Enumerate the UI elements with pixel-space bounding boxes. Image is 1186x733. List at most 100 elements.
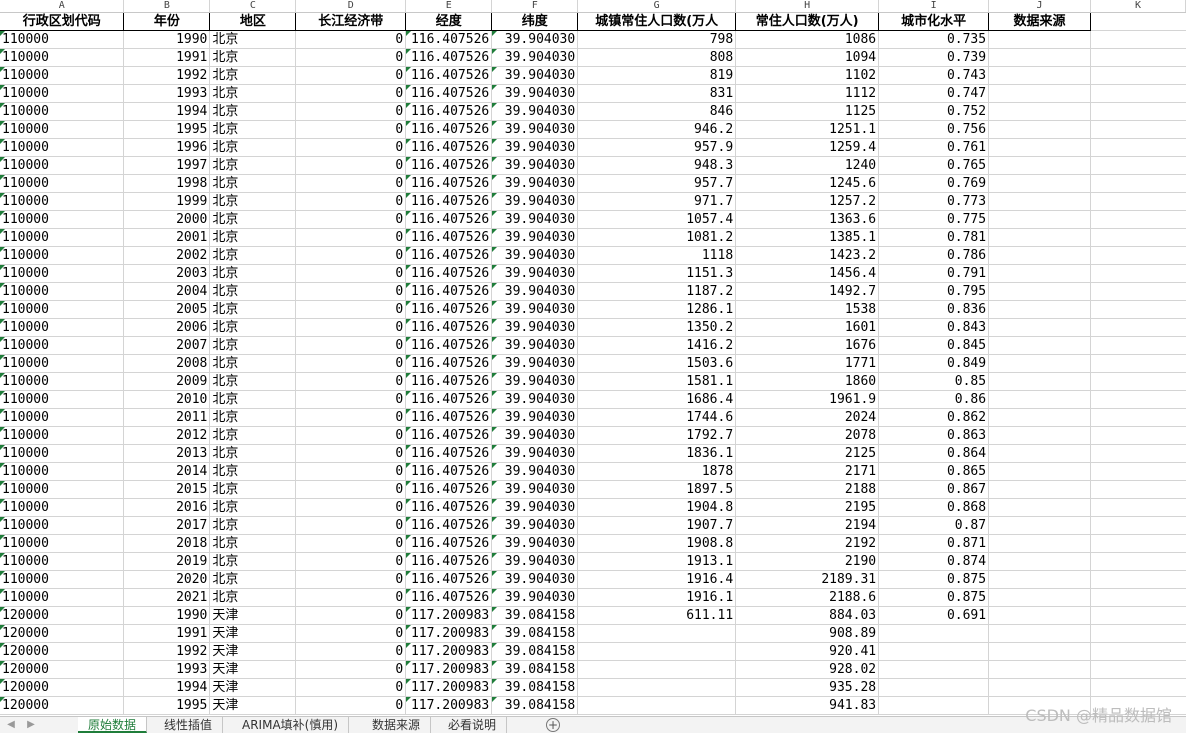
table-cell[interactable] [1090,480,1186,499]
table-cell[interactable] [988,390,1092,409]
table-cell[interactable] [1090,390,1186,409]
table-cell[interactable]: 0.845 [878,336,990,355]
table-cell[interactable]: 0 [295,246,407,265]
table-cell[interactable]: 1259.4 [735,138,880,157]
table-cell[interactable] [988,606,1092,625]
tab-must-read[interactable]: 必看说明 [438,717,508,733]
column-header[interactable]: G [577,0,737,13]
table-cell[interactable]: 1907.7 [577,516,737,535]
header-cell[interactable]: 经度 [405,12,493,31]
table-cell[interactable]: 110000 [0,336,125,355]
table-cell[interactable]: 0.843 [878,318,990,337]
table-cell[interactable]: 1991 [123,624,211,643]
table-cell[interactable]: 920.41 [735,642,880,661]
table-cell[interactable]: 1057.4 [577,210,737,229]
table-cell[interactable] [988,264,1092,283]
table-cell[interactable]: 0.786 [878,246,990,265]
table-cell[interactable] [1090,606,1186,625]
table-cell[interactable]: 北京 [209,246,297,265]
table-cell[interactable]: 39.904030 [491,156,579,175]
table-cell[interactable]: 116.407526 [405,84,493,103]
table-cell[interactable]: 0 [295,156,407,175]
table-cell[interactable] [1090,192,1186,211]
table-cell[interactable]: 2019 [123,552,211,571]
table-cell[interactable]: 39.904030 [491,282,579,301]
table-cell[interactable]: 110000 [0,120,125,139]
table-cell[interactable]: 0 [295,354,407,373]
table-cell[interactable]: 798 [577,30,737,49]
table-cell[interactable]: 天津 [209,678,297,697]
table-cell[interactable]: 39.904030 [491,246,579,265]
table-cell[interactable] [1090,156,1186,175]
table-cell[interactable]: 1860 [735,372,880,391]
table-cell[interactable] [1090,138,1186,157]
table-cell[interactable] [1090,102,1186,121]
table-cell[interactable]: 北京 [209,408,297,427]
table-cell[interactable]: 0.775 [878,210,990,229]
table-cell[interactable] [988,30,1092,49]
table-cell[interactable]: 110000 [0,318,125,337]
tab-linear-interpolation[interactable]: 线性插值 [154,717,224,733]
tab-arima-fill[interactable]: ARIMA填补(慎用) [232,717,350,733]
table-cell[interactable]: 39.904030 [491,444,579,463]
table-cell[interactable] [1090,210,1186,229]
table-cell[interactable] [988,462,1092,481]
table-cell[interactable]: 0 [295,624,407,643]
table-cell[interactable]: 1286.1 [577,300,737,319]
table-cell[interactable] [1090,264,1186,283]
table-cell[interactable]: 0 [295,282,407,301]
table-cell[interactable]: 110000 [0,264,125,283]
table-cell[interactable]: 116.407526 [405,354,493,373]
table-cell[interactable]: 110000 [0,138,125,157]
table-cell[interactable]: 0 [295,552,407,571]
table-cell[interactable]: 110000 [0,516,125,535]
table-cell[interactable]: 117.200983 [405,660,493,679]
table-cell[interactable]: 0 [295,678,407,697]
table-cell[interactable]: 2008 [123,354,211,373]
table-cell[interactable]: 39.904030 [491,210,579,229]
table-cell[interactable]: 110000 [0,84,125,103]
table-cell[interactable]: 116.407526 [405,246,493,265]
table-cell[interactable]: 935.28 [735,678,880,697]
table-cell[interactable]: 北京 [209,300,297,319]
table-cell[interactable]: 1363.6 [735,210,880,229]
table-cell[interactable]: 0 [295,498,407,517]
table-cell[interactable]: 北京 [209,552,297,571]
table-cell[interactable] [1090,66,1186,85]
table-cell[interactable] [878,624,990,643]
table-cell[interactable] [1090,642,1186,661]
table-cell[interactable]: 0 [295,462,407,481]
table-cell[interactable]: 2015 [123,480,211,499]
table-cell[interactable]: 0.85 [878,372,990,391]
table-cell[interactable]: 2017 [123,516,211,535]
table-cell[interactable]: 2010 [123,390,211,409]
table-cell[interactable]: 110000 [0,66,125,85]
table-cell[interactable]: 110000 [0,174,125,193]
table-cell[interactable] [1090,372,1186,391]
header-cell[interactable]: 纬度 [491,12,579,31]
table-cell[interactable]: 948.3 [577,156,737,175]
header-cell[interactable]: 城镇常住人口数(万人 [577,12,737,31]
header-cell[interactable] [1090,12,1186,31]
table-cell[interactable]: 北京 [209,264,297,283]
table-cell[interactable]: 2078 [735,426,880,445]
table-cell[interactable]: 2000 [123,210,211,229]
table-cell[interactable] [988,372,1092,391]
table-cell[interactable]: 116.407526 [405,588,493,607]
table-cell[interactable]: 0 [295,102,407,121]
table-cell[interactable]: 39.904030 [491,426,579,445]
table-cell[interactable]: 1993 [123,84,211,103]
table-cell[interactable] [988,336,1092,355]
table-cell[interactable]: 39.084158 [491,660,579,679]
table-cell[interactable]: 1897.5 [577,480,737,499]
table-cell[interactable]: 946.2 [577,120,737,139]
table-cell[interactable]: 北京 [209,372,297,391]
column-header[interactable]: A [0,0,125,13]
table-cell[interactable]: 2011 [123,408,211,427]
table-cell[interactable] [988,84,1092,103]
table-cell[interactable]: 1601 [735,318,880,337]
table-cell[interactable]: 116.407526 [405,282,493,301]
table-cell[interactable]: 1492.7 [735,282,880,301]
table-cell[interactable]: 116.407526 [405,102,493,121]
table-cell[interactable] [1090,570,1186,589]
